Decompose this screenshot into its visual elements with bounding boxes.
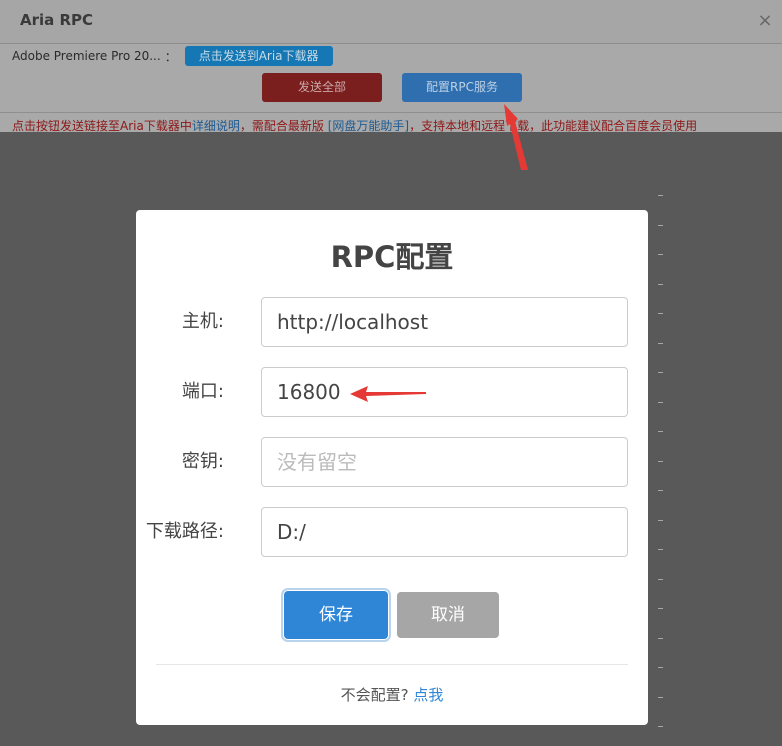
window-title: Aria RPC [20, 11, 94, 29]
background-dash [658, 667, 663, 668]
download-path-row: 下载路径: D:/ [136, 507, 648, 557]
background-dash [658, 637, 663, 639]
background-dash [658, 372, 663, 373]
background-dash [658, 549, 663, 550]
send-all-button[interactable]: 发送全部 [262, 73, 382, 102]
background-dash [658, 283, 663, 285]
secret-row: 密钥: 没有留空 [136, 437, 648, 487]
details-link[interactable]: 详细说明 [192, 119, 240, 133]
file-separator: ： [164, 49, 177, 64]
help-link[interactable]: 点我 [413, 686, 443, 704]
save-button[interactable]: 保存 [284, 591, 388, 639]
dialog-title: RPC配置 [330, 240, 454, 274]
notice-divider [0, 112, 782, 113]
background-dash [658, 195, 663, 196]
close-icon[interactable]: × [756, 12, 774, 30]
background-dash [658, 578, 663, 580]
host-row: 主机: http://localhost [136, 297, 648, 347]
help-row: 不会配置? 点我 [136, 684, 648, 705]
secret-label: 密钥: [181, 451, 224, 472]
background-dash [658, 431, 663, 432]
notice-part2: ，需配合最新版 [239, 119, 328, 133]
download-path-label: 下载路径: [145, 521, 224, 542]
rpc-config-dialog: RPC配置 主机: http://localhost 端口: 16800 密钥:… [136, 210, 648, 725]
background-dash [658, 401, 663, 403]
config-rpc-button[interactable]: 配置RPC服务 [402, 73, 522, 102]
background-dash [658, 726, 663, 727]
background-dash [658, 490, 663, 491]
file-name: Adobe Premiere Pro 20... [12, 49, 161, 63]
background-dash [658, 342, 663, 344]
send-to-aria-button[interactable]: 点击发送到Aria下载器 [184, 46, 333, 66]
secret-input[interactable]: 没有留空 [261, 437, 628, 487]
help-text: 不会配置? [340, 686, 409, 704]
background-dash [658, 313, 663, 314]
cancel-button[interactable]: 取消 [397, 592, 499, 638]
background-dash [658, 224, 663, 226]
host-input[interactable]: http://localhost [261, 297, 628, 347]
download-path-input[interactable]: D:/ [261, 507, 628, 557]
background-dashes [658, 195, 666, 735]
port-row: 端口: 16800 [136, 367, 648, 417]
notice-text: 点击按钮发送链接至Aria下载器中详细说明，需配合最新版 [网盘万能助手]，支持… [12, 117, 697, 134]
background-dash [658, 460, 663, 462]
window-titlebar: Aria RPC × [0, 0, 782, 44]
notice-part1: 点击按钮发送链接至Aria下载器中 [12, 119, 192, 133]
host-label: 主机: [181, 311, 224, 332]
notice-part3: ，支持本地和远程下载，此功能建议配合百度会员使用 [409, 119, 698, 133]
port-input[interactable]: 16800 [261, 367, 628, 417]
background-dash [658, 519, 663, 521]
background-dash [658, 696, 663, 698]
file-row: Adobe Premiere Pro 20... ： 点击发送到Aria下载器 [12, 46, 333, 66]
dialog-divider [156, 664, 628, 665]
background-dash [658, 254, 663, 255]
port-label: 端口: [181, 381, 224, 402]
helper-link[interactable]: [网盘万能助手] [328, 119, 409, 133]
background-dash [658, 608, 663, 609]
